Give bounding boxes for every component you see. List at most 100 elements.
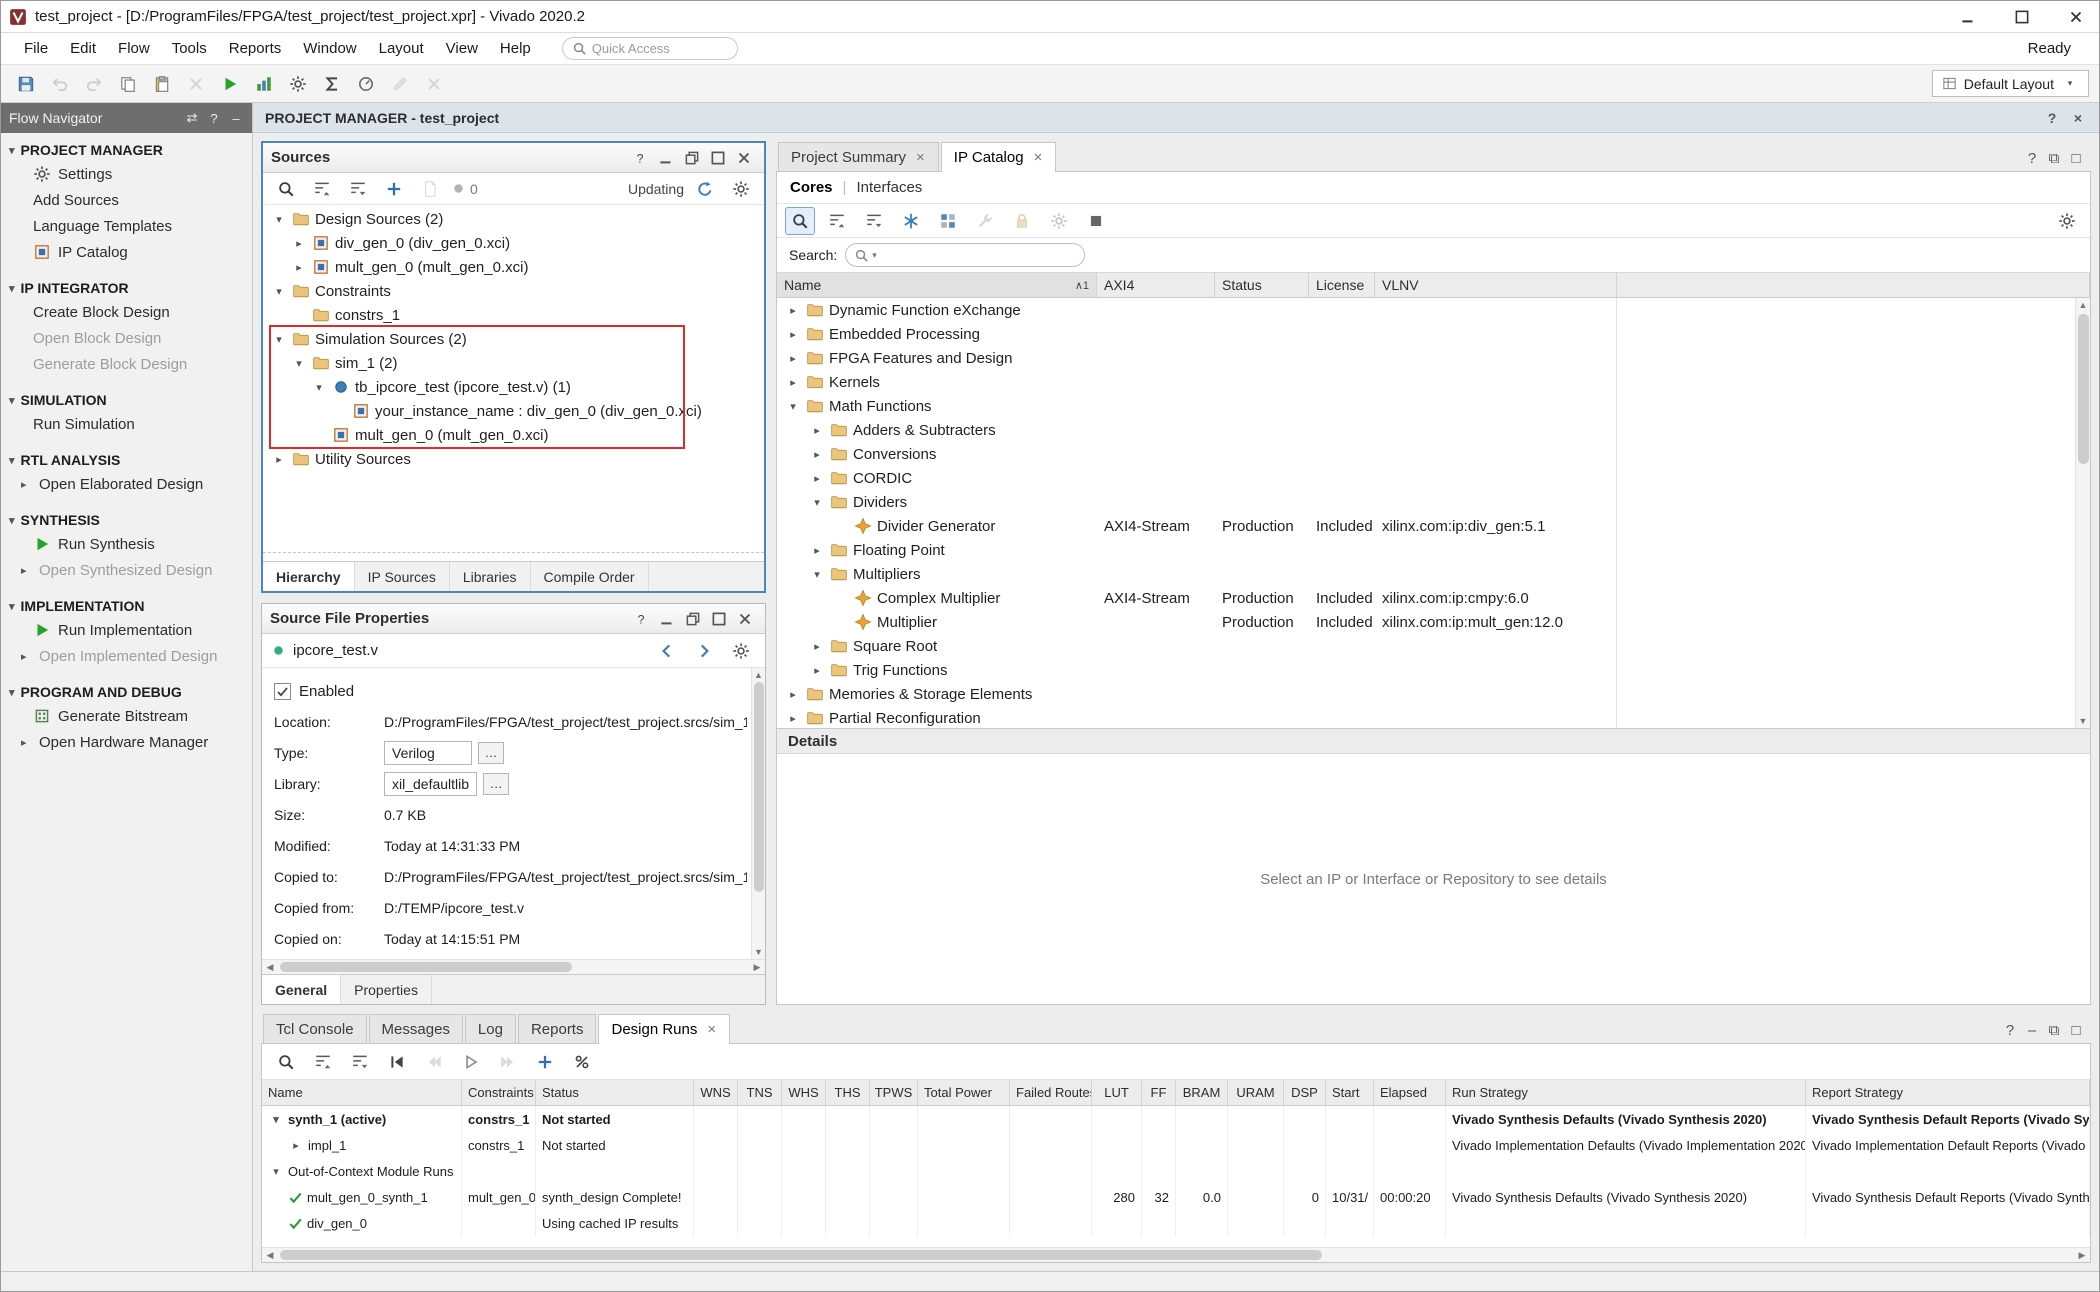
- chevron-right-icon[interactable]: ▸: [809, 664, 825, 677]
- column-header-license[interactable]: License: [1309, 273, 1375, 297]
- chevron-down-icon[interactable]: ▾: [271, 213, 287, 226]
- flow-steps-button[interactable]: [249, 70, 279, 98]
- chevron-right-icon[interactable]: ▸: [809, 448, 825, 461]
- refresh-button[interactable]: [690, 175, 720, 203]
- column-header-status[interactable]: Status: [1215, 273, 1309, 297]
- scrollbar-thumb[interactable]: [2078, 314, 2089, 464]
- collapse-all-button[interactable]: [307, 175, 337, 203]
- chevron-down-icon[interactable]: ▾: [809, 496, 825, 509]
- bottom-tab-log[interactable]: Log: [465, 1014, 516, 1043]
- paste-button[interactable]: [147, 70, 177, 98]
- group-by-category-button[interactable]: [933, 207, 963, 235]
- ip-properties-button[interactable]: [970, 207, 1000, 235]
- sources-settings-button[interactable]: [726, 175, 756, 203]
- source-tree-row[interactable]: ▸Utility Sources: [263, 447, 764, 471]
- chevron-right-icon[interactable]: ▸: [809, 424, 825, 437]
- sources-tab-hierarchy[interactable]: Hierarchy: [263, 562, 355, 591]
- run-step-button[interactable]: [456, 1048, 486, 1076]
- column-header-vlnv[interactable]: VLNV: [1375, 273, 1617, 297]
- settings-button[interactable]: [283, 70, 313, 98]
- quick-access-search[interactable]: Quick Access: [562, 37, 738, 60]
- create-runs-button[interactable]: [530, 1048, 560, 1076]
- minimize-icon[interactable]: –: [2023, 1022, 2041, 1039]
- close-button[interactable]: [732, 147, 756, 169]
- ip-catalog-row[interactable]: ▸Partial Reconfiguration: [777, 706, 2090, 728]
- ip-catalog-row[interactable]: ▸Trig Functions: [777, 658, 2090, 682]
- flownav-item-open-block-design[interactable]: Open Block Design: [1, 325, 252, 351]
- close-tab-icon[interactable]: ×: [1033, 149, 1044, 166]
- ip-catalog-row[interactable]: Divider GeneratorAXI4-StreamProductionIn…: [777, 514, 2090, 538]
- flownav-section-header[interactable]: ▾SIMULATION: [1, 387, 252, 411]
- flownav-section-header[interactable]: ▾PROGRAM AND DEBUG: [1, 679, 252, 703]
- source-tree-row[interactable]: ▸div_gen_0 (div_gen_0.xci): [263, 231, 764, 255]
- flownav-section-header[interactable]: ▾PROJECT MANAGER: [1, 137, 252, 161]
- copy-button[interactable]: [113, 70, 143, 98]
- help-icon[interactable]: ?: [2023, 150, 2041, 167]
- more-button[interactable]: …: [478, 742, 504, 764]
- properties-settings-button[interactable]: [726, 637, 756, 665]
- flownav-section-header[interactable]: ▾RTL ANALYSIS: [1, 447, 252, 471]
- menu-edit[interactable]: Edit: [59, 36, 107, 61]
- close-icon[interactable]: ×: [2069, 110, 2087, 126]
- collapse-all-button[interactable]: [308, 1048, 338, 1076]
- scrollbar-track[interactable]: [278, 960, 749, 974]
- run-button[interactable]: [215, 70, 245, 98]
- flownav-section-header[interactable]: ▾IMPLEMENTATION: [1, 593, 252, 617]
- scroll-up-icon[interactable]: ▲: [2079, 298, 2088, 312]
- chevron-right-icon[interactable]: ▸: [785, 376, 801, 389]
- scrollbar-thumb[interactable]: [280, 962, 572, 972]
- ip-catalog-row[interactable]: ▸Square Root: [777, 634, 2090, 658]
- help-icon[interactable]: ?: [206, 111, 222, 126]
- percent-utilization-button[interactable]: [567, 1048, 597, 1076]
- source-tree-row[interactable]: ▾tb_ipcore_test (ipcore_test.v) (1): [263, 375, 764, 399]
- column-header-name[interactable]: Name: [262, 1080, 462, 1105]
- float-button[interactable]: [681, 608, 705, 630]
- column-header-ths[interactable]: THS: [826, 1080, 870, 1105]
- design-run-row[interactable]: ▾synth_1 (active)constrs_1Not startedViv…: [262, 1106, 2090, 1132]
- chevron-right-icon[interactable]: ▸: [291, 237, 307, 250]
- flownav-item-generate-block-design[interactable]: Generate Block Design: [1, 351, 252, 377]
- ip-catalog-row[interactable]: ▾Multipliers: [777, 562, 2090, 586]
- menu-reports[interactable]: Reports: [218, 36, 293, 61]
- layout-selector[interactable]: Default Layout ▾: [1932, 70, 2089, 97]
- chevron-down-icon[interactable]: ▾: [809, 568, 825, 581]
- sources-tab-libraries[interactable]: Libraries: [450, 562, 531, 591]
- scrollbar-thumb[interactable]: [280, 1250, 1322, 1260]
- chevron-right-icon[interactable]: ▸: [785, 352, 801, 365]
- chevron-down-icon[interactable]: ▾: [271, 285, 287, 298]
- expand-all-button[interactable]: [343, 175, 373, 203]
- undo-button[interactable]: [45, 70, 75, 98]
- add-sources-button[interactable]: [379, 175, 409, 203]
- ip-catalog-row[interactable]: ▸Embedded Processing: [777, 322, 2090, 346]
- save-button[interactable]: [11, 70, 41, 98]
- chevron-right-icon[interactable]: ▸: [809, 472, 825, 485]
- ip-catalog-row[interactable]: ▸Dynamic Function eXchange: [777, 298, 2090, 322]
- redo-button[interactable]: [79, 70, 109, 98]
- flownav-item-generate-bitstream[interactable]: Generate Bitstream: [1, 703, 252, 729]
- design-run-row[interactable]: ▸impl_1constrs_1Not startedVivado Implem…: [262, 1132, 2090, 1158]
- step-forward-button[interactable]: [493, 1048, 523, 1076]
- flownav-item-add-sources[interactable]: Add Sources: [1, 187, 252, 213]
- search-button[interactable]: [271, 1048, 301, 1076]
- properties-tab-properties[interactable]: Properties: [341, 975, 432, 1004]
- column-header-dsp[interactable]: DSP: [1284, 1080, 1326, 1105]
- maximize-icon[interactable]: □: [2067, 150, 2085, 167]
- ip-catalog-row[interactable]: MultiplierProductionIncludedxilinx.com:i…: [777, 610, 2090, 634]
- open-file-button[interactable]: [415, 175, 445, 203]
- edit-button[interactable]: [385, 70, 415, 98]
- bottom-tab-tcl-console[interactable]: Tcl Console: [263, 1014, 367, 1043]
- menu-file[interactable]: File: [13, 36, 59, 61]
- design-run-row[interactable]: ▾Out-of-Context Module Runs: [262, 1158, 2090, 1184]
- flownav-item-open-implemented-design[interactable]: ▸Open Implemented Design: [1, 643, 252, 669]
- menu-layout[interactable]: Layout: [368, 36, 435, 61]
- ip-catalog-row[interactable]: ▸Kernels: [777, 370, 2090, 394]
- source-tree-row[interactable]: your_instance_name : div_gen_0 (div_gen_…: [263, 399, 764, 423]
- ip-catalog-row[interactable]: ▸Memories & Storage Elements: [777, 682, 2090, 706]
- license-status-button[interactable]: [1007, 207, 1037, 235]
- source-tree-row[interactable]: mult_gen_0 (mult_gen_0.xci): [263, 423, 764, 447]
- bottom-tab-messages[interactable]: Messages: [369, 1014, 463, 1043]
- dock-icon[interactable]: ⇄: [184, 110, 200, 126]
- source-tree-row[interactable]: ▾sim_1 (2): [263, 351, 764, 375]
- column-header-start[interactable]: Start: [1326, 1080, 1374, 1105]
- help-icon[interactable]: ?: [2001, 1022, 2019, 1039]
